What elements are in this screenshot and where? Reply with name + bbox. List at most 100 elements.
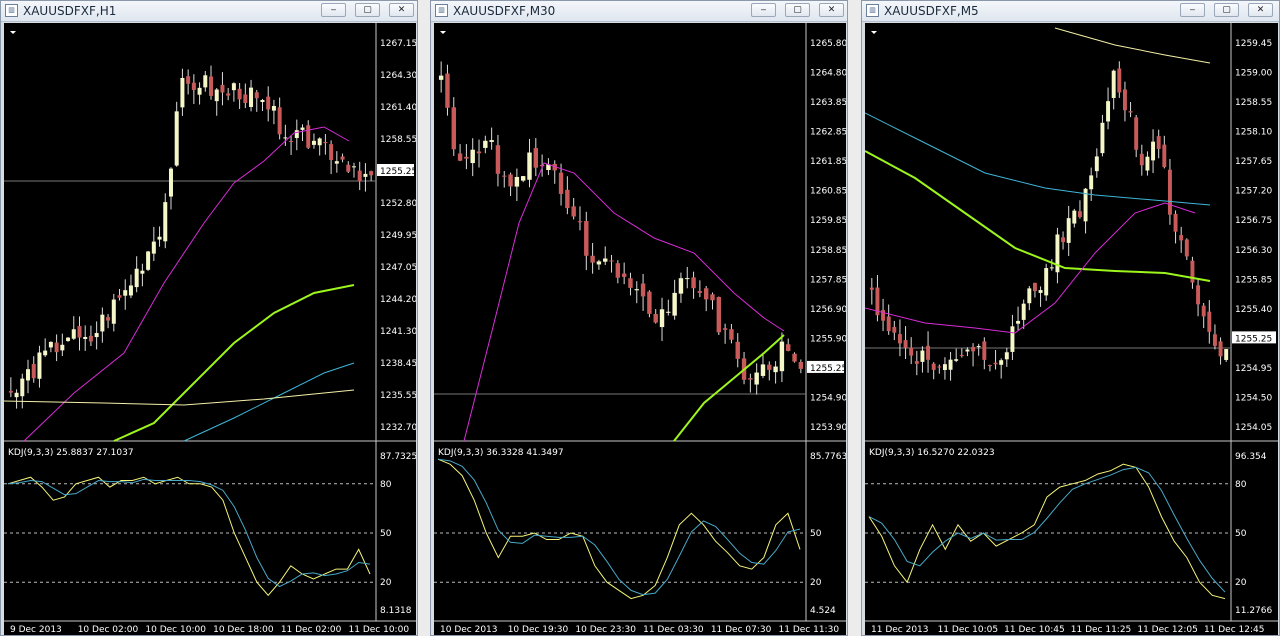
price-axis-label: 1241.30 bbox=[380, 327, 416, 337]
restore-button[interactable]: ▢ bbox=[355, 3, 380, 17]
candle bbox=[615, 263, 621, 278]
candle bbox=[659, 309, 665, 328]
candle bbox=[180, 77, 185, 108]
candle bbox=[260, 100, 265, 103]
candle bbox=[1049, 267, 1054, 269]
title-bar[interactable]: ▥ XAUUSDFXF,M5 ‒ ▢ ✕ bbox=[862, 1, 1279, 22]
candle bbox=[157, 236, 162, 240]
candle bbox=[26, 369, 31, 381]
time-axis-label: 11 Dec 02:00 bbox=[281, 625, 342, 635]
restore-button[interactable]: ▢ bbox=[785, 3, 810, 17]
kdj-axis-label: 80 bbox=[1235, 480, 1247, 490]
candle bbox=[249, 87, 254, 107]
close-button[interactable]: ✕ bbox=[819, 3, 844, 17]
candle bbox=[609, 260, 614, 262]
price-axis-label: 1264.30 bbox=[380, 71, 416, 81]
moving-average-line bbox=[1054, 27, 1211, 64]
candle bbox=[527, 152, 532, 180]
close-button[interactable]: ✕ bbox=[1248, 3, 1273, 17]
minimize-button[interactable]: ‒ bbox=[751, 3, 776, 17]
candle bbox=[457, 153, 463, 161]
restore-button[interactable]: ▢ bbox=[1214, 3, 1239, 17]
candle bbox=[760, 364, 766, 376]
candle bbox=[111, 299, 116, 324]
candle bbox=[999, 360, 1004, 365]
candle bbox=[306, 125, 311, 148]
candle bbox=[982, 341, 987, 360]
candle bbox=[976, 346, 981, 348]
candle bbox=[942, 364, 947, 370]
candle bbox=[163, 202, 168, 242]
chart-window-m30[interactable]: ▥ XAUUSDFXF,M30 ‒ ▢ ✕ 1265.80 1264.80 1263… bbox=[430, 0, 848, 636]
price-axis-label: 1261.40 bbox=[380, 103, 416, 113]
chart-area[interactable]: 1259.45 1259.00 1258.55 1258.10 1257.65 1257.… bbox=[865, 23, 1278, 635]
price-axis-label: 1255.90 bbox=[810, 334, 846, 344]
moving-average-line bbox=[865, 112, 1211, 206]
price-axis-label: 1244.20 bbox=[380, 295, 416, 305]
chart-area[interactable]: 1267.15 1264.30 1261.40 1258.55 1255.25 1252.… bbox=[4, 23, 416, 635]
dropdown-arrow-icon bbox=[440, 31, 446, 34]
candle bbox=[1016, 320, 1021, 324]
chart-window-h1[interactable]: ▥ XAUUSDFXF,H1 ‒ ▢ ✕ 1267.15 1264.30 1261.… bbox=[0, 0, 418, 636]
title-bar[interactable]: ▥ XAUUSDFXF,H1 ‒ ▢ ✕ bbox=[1, 1, 417, 22]
price-axis-label: 1261.85 bbox=[810, 157, 846, 167]
chart-area[interactable]: 1265.80 1264.80 1263.85 1262.85 1261.85 1260.… bbox=[434, 23, 846, 635]
candle bbox=[993, 362, 998, 365]
candle bbox=[920, 350, 925, 362]
minimize-button[interactable]: ‒ bbox=[1180, 3, 1205, 17]
price-axis-label: 1257.20 bbox=[1235, 187, 1272, 197]
candle bbox=[703, 288, 709, 300]
candle bbox=[94, 333, 99, 338]
candle bbox=[754, 372, 759, 385]
candle bbox=[1207, 311, 1212, 332]
moving-average-line bbox=[23, 126, 350, 442]
candle bbox=[1134, 117, 1139, 150]
candle bbox=[520, 176, 526, 181]
candle bbox=[123, 290, 128, 296]
minimize-button[interactable]: ‒ bbox=[321, 3, 346, 17]
candle bbox=[1162, 144, 1167, 168]
candle bbox=[451, 107, 456, 150]
candle bbox=[197, 87, 202, 95]
candle bbox=[869, 287, 874, 290]
candle bbox=[533, 148, 539, 168]
candle bbox=[1066, 218, 1071, 243]
candle bbox=[1167, 169, 1172, 215]
price-axis-label: 1258.55 bbox=[380, 135, 416, 145]
candle bbox=[1218, 341, 1223, 357]
close-button[interactable]: ✕ bbox=[389, 3, 414, 17]
window-title: XAUUSDFXF,H1 bbox=[23, 4, 117, 18]
price-axis-label: 1260.85 bbox=[810, 187, 846, 197]
price-axis-label: 1254.50 bbox=[1235, 393, 1272, 403]
price-axis-label: 1255.25 bbox=[380, 167, 416, 177]
kdj-d-line bbox=[7, 478, 371, 588]
candle bbox=[83, 336, 88, 340]
time-axis-label: 11 Dec 11:25 bbox=[1071, 625, 1132, 635]
candle bbox=[445, 73, 450, 108]
moving-average-line bbox=[463, 162, 785, 442]
candle bbox=[489, 140, 494, 142]
chart-window-m5[interactable]: ▥ XAUUSDFXF,M5 ‒ ▢ ✕ 1259.45 1259.00 1258.… bbox=[861, 0, 1280, 636]
candle bbox=[666, 311, 671, 313]
candle bbox=[565, 189, 570, 209]
candle bbox=[266, 96, 271, 110]
candle bbox=[1190, 260, 1195, 283]
kdj-axis-label: 96.354 bbox=[1235, 452, 1267, 462]
price-axis-label: 1235.55 bbox=[380, 391, 416, 401]
candle bbox=[186, 76, 191, 84]
title-bar[interactable]: ▥ XAUUSDFXF,M30 ‒ ▢ ✕ bbox=[431, 1, 847, 22]
candle bbox=[1145, 156, 1150, 171]
candle bbox=[767, 364, 772, 370]
candle bbox=[1004, 352, 1009, 360]
time-axis-label: 11 Dec 03:30 bbox=[643, 625, 704, 635]
candle bbox=[66, 337, 71, 341]
candle bbox=[254, 92, 259, 99]
candle bbox=[1117, 68, 1122, 93]
candle bbox=[685, 278, 690, 280]
price-axis-label: 1259.00 bbox=[1235, 69, 1272, 79]
candle bbox=[470, 149, 475, 164]
time-axis-label: 10 Dec 02:00 bbox=[78, 625, 139, 635]
candle bbox=[577, 221, 583, 223]
candle bbox=[971, 346, 976, 352]
kdj-axis-label: 8.1318 bbox=[380, 606, 412, 616]
